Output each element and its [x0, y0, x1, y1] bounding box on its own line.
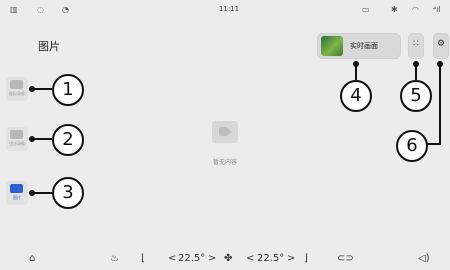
left-temp-up-button[interactable]: > [208, 253, 216, 264]
grid-view-button[interactable]: ∷ [408, 33, 424, 59]
video-icon [10, 130, 23, 139]
home-icon[interactable]: ⌂ [29, 253, 35, 264]
video-icon [10, 80, 23, 89]
callout-2: 2 [52, 124, 84, 156]
status-time: 11:11 [218, 5, 240, 13]
sidebar-item-label: 违法录像 [9, 141, 25, 146]
sidebar-item-suspected-video[interactable]: 疑似录像 [6, 77, 28, 101]
status-bar: ▥ ◌ ◔ 11:11 ▭ ✱ ◠ ⁴ıl [0, 0, 450, 20]
callout-line [355, 64, 357, 80]
right-temp-down-button[interactable]: < [246, 253, 254, 264]
grid-icon: ∷ [413, 39, 419, 49]
settings-button[interactable]: ⚙ [433, 33, 449, 59]
sidebar-item-violation-video[interactable]: 违法录像 [6, 127, 28, 151]
bottom-bar: ⌂ ♨ ⌊ < 22.5° > ✤ < 22.5° > ⌋ ⊂⊃ ◁) [0, 250, 450, 270]
callout-6: 6 [396, 130, 428, 162]
fan-icon[interactable]: ✤ [224, 253, 232, 264]
right-temp-up-button[interactable]: > [287, 253, 295, 264]
callout-line [32, 192, 52, 194]
wifi-icon: ◠ [412, 5, 419, 14]
sidebar-item-pictures[interactable]: 图片 [6, 181, 28, 205]
car-icon[interactable]: ⊂⊃ [337, 253, 354, 264]
callout-line [426, 143, 441, 145]
rear-defrost-icon[interactable]: ♨ [110, 253, 119, 264]
app-icon: ▥ [10, 5, 18, 14]
callout-line [439, 64, 441, 145]
screen: ▥ ◌ ◔ 11:11 ▭ ✱ ◠ ⁴ıl 图片 实时画面 ∷ ⚙ 疑似录像 违… [0, 0, 450, 270]
volume-icon[interactable]: ◁) [418, 253, 430, 264]
seat-heat-icon[interactable]: ⌋ [304, 253, 308, 264]
left-temperature: 22.5° [178, 253, 206, 264]
callout-5: 5 [400, 80, 432, 112]
right-temperature: 22.5° [257, 253, 285, 264]
live-view-thumbnail [321, 36, 343, 56]
live-view-button[interactable]: 实时画面 [317, 33, 401, 59]
gear-icon: ⚙ [436, 39, 446, 49]
callout-1: 1 [52, 74, 84, 106]
message-icon: ◌ [37, 5, 44, 14]
camera-icon: ▭ [362, 5, 370, 14]
empty-state-text: 暂无内容 [212, 159, 237, 166]
empty-state-icon [212, 121, 238, 143]
callout-3: 3 [52, 177, 84, 209]
seat-icon[interactable]: ⌊ [141, 253, 145, 264]
sidebar-item-label: 疑似录像 [9, 91, 25, 96]
callout-line [32, 88, 52, 90]
callout-line [32, 138, 52, 140]
signal-icon: ⁴ıl [433, 5, 441, 14]
left-temp-down-button[interactable]: < [168, 253, 176, 264]
callout-4: 4 [340, 80, 372, 112]
sidebar-item-label: 图片 [13, 195, 21, 200]
callout-line [415, 64, 417, 80]
clock-icon: ◔ [62, 5, 69, 14]
bluetooth-icon: ✱ [391, 5, 398, 14]
image-icon [10, 184, 23, 193]
live-view-label: 实时画面 [350, 42, 378, 50]
page-title: 图片 [38, 40, 60, 53]
